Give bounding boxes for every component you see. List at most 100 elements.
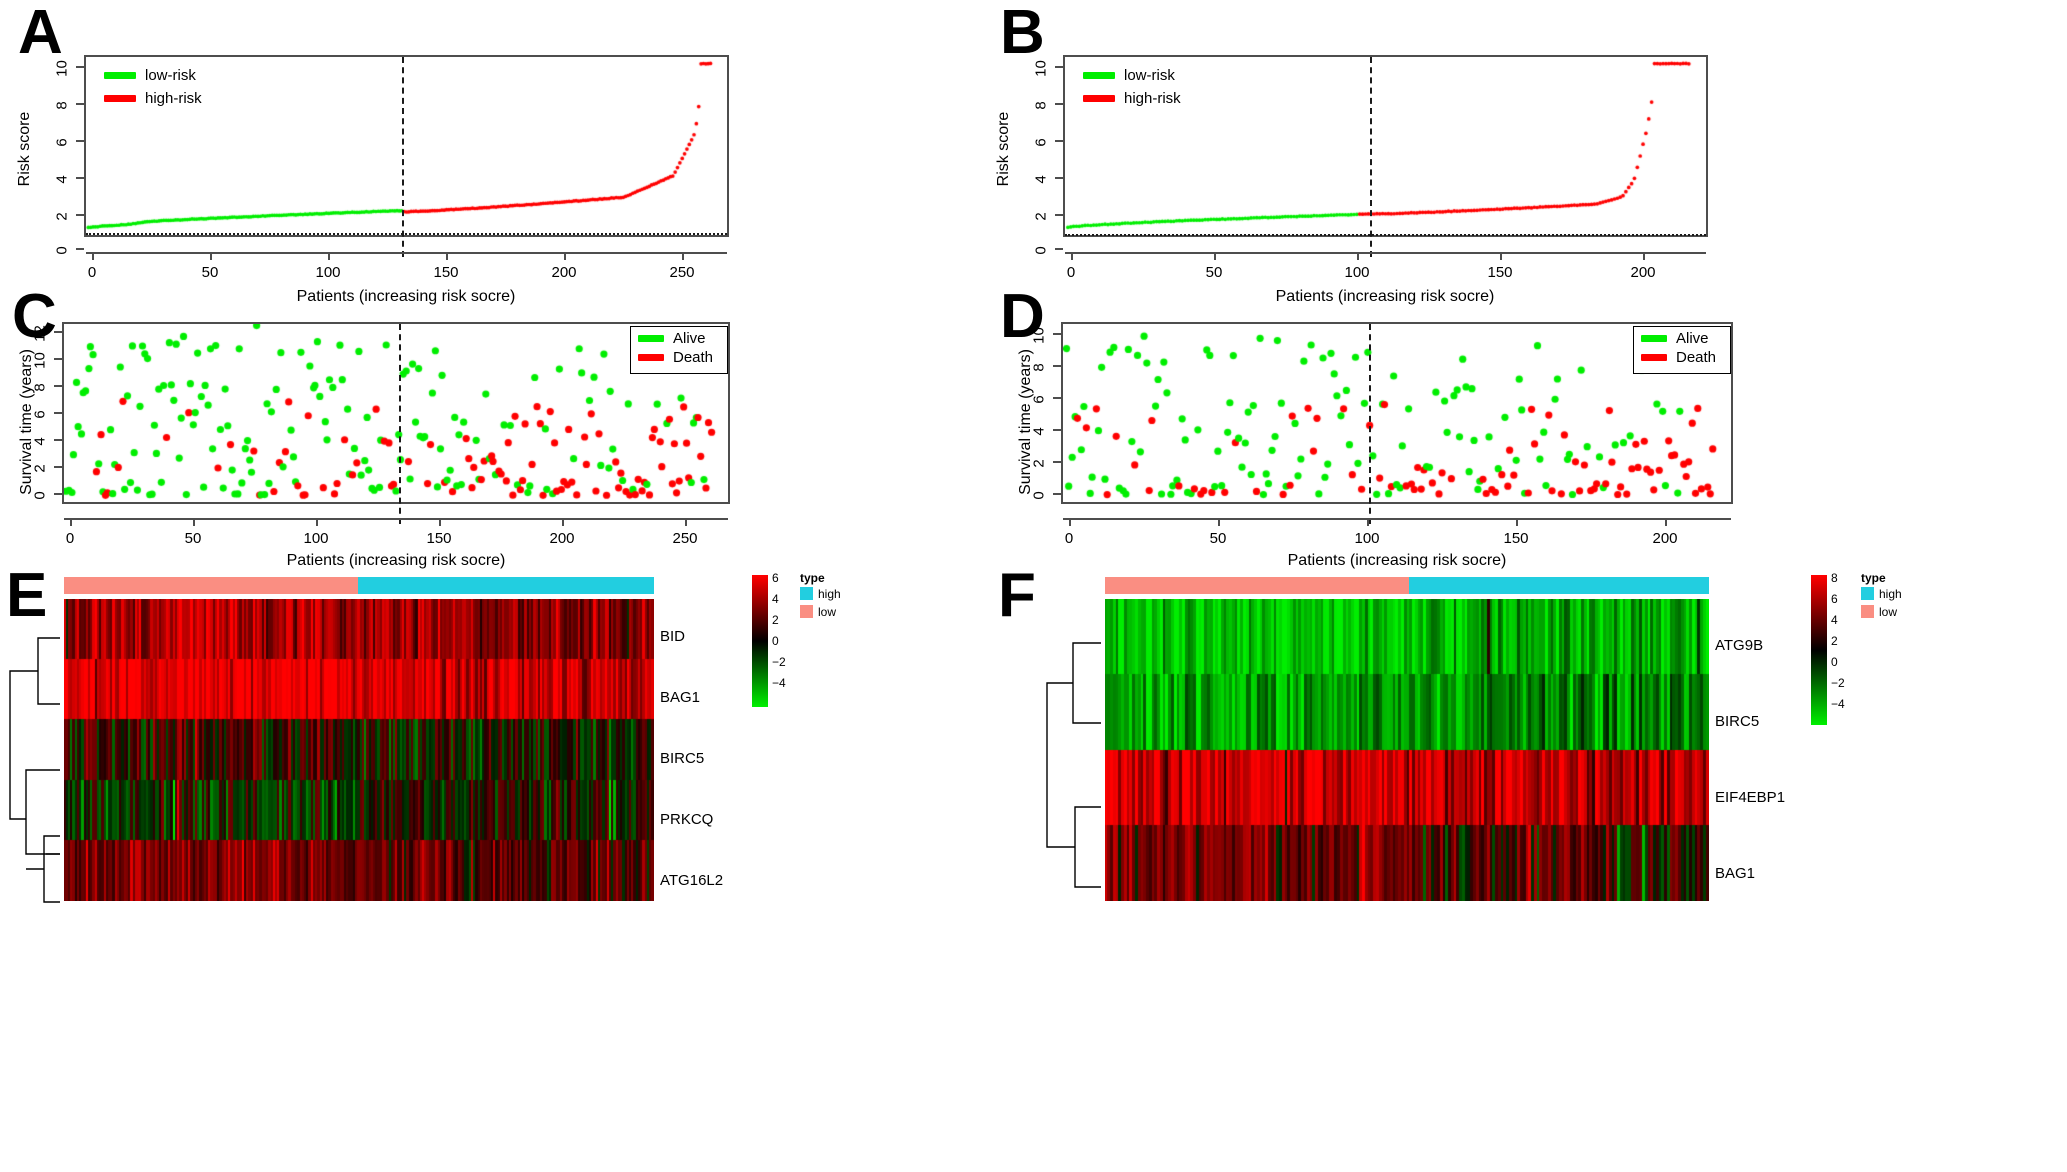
- panel-f-colorscale-tick-8: 8: [1831, 571, 1838, 585]
- panel-c-ytick-6: [54, 412, 62, 414]
- panel-f-type-legend-swatch-low: [1861, 605, 1874, 618]
- panel-a-cutoff-hline: [86, 233, 727, 235]
- panel-a-xaxis: [86, 252, 727, 254]
- panel-c-xtick-50: [193, 518, 195, 526]
- panel-b-cutoff-hline: [1065, 234, 1706, 236]
- panel-a-ytick-6: [76, 140, 84, 142]
- panel-e-gene-label-3: PRKCQ: [660, 811, 714, 828]
- panel-a-xtick-50: [210, 252, 212, 260]
- panel-c-scatter-canvas: [64, 324, 728, 502]
- panel-e-gene-label-1: BAG1: [660, 689, 701, 706]
- panel-c-ytick-4: [54, 439, 62, 441]
- panel-a-xtick-200: [564, 252, 566, 260]
- high-risk-swatch: [104, 94, 136, 102]
- panel-c-xticklabel-250: 250: [672, 530, 698, 547]
- panel-d-xticklabel-50: 50: [1209, 530, 1227, 547]
- panel-d-legend-label-alive: Alive: [1676, 329, 1709, 347]
- panel-e-gene-label-2: BIRC5: [660, 750, 705, 767]
- panel-f-colorscale-tick-minus2: −2: [1831, 676, 1845, 690]
- panel-e-colorscale-tick-4: 4: [772, 592, 779, 606]
- panel-e-annotation-high-2: [268, 577, 358, 594]
- panel-b-legend-label-high-risk: high-risk: [1124, 89, 1181, 107]
- panel-e-type-legend-title: type: [800, 571, 825, 585]
- panel-c-legend-label-alive: Alive: [673, 329, 706, 347]
- death-swatch: [638, 353, 664, 361]
- panel-b-ytick-6: [1055, 140, 1063, 142]
- panel-e-type-legend-label-high: high: [818, 587, 841, 601]
- panel-d-scatter-canvas: [1063, 324, 1731, 502]
- panel-a-xtick-100: [328, 252, 330, 260]
- panel-e-heatmap: [64, 599, 654, 901]
- panel-f-annotation-high: [1105, 577, 1409, 594]
- panel-b-legend-label-low-risk: low-risk: [1124, 66, 1175, 84]
- panel-a-xticklabel-100: 100: [315, 264, 341, 281]
- panel-d-xticklabel-200: 200: [1652, 530, 1678, 547]
- panel-f-colorscale-tick-2: 2: [1831, 634, 1838, 648]
- panel-a-yticklabel-4: 4: [53, 175, 71, 184]
- panel-c-xticklabel-150: 150: [426, 530, 452, 547]
- panel-e-type-legend-swatch-low: [800, 605, 813, 618]
- panel-d-ytick-6: [1053, 397, 1061, 399]
- panel-a-legend: low-risk high-risk: [104, 67, 202, 114]
- panel-e-gene-label-4: ATG16L2: [660, 872, 724, 889]
- panel-b-xaxis: [1065, 252, 1706, 254]
- low-risk-swatch: [104, 71, 136, 79]
- panel-c-xticklabel-100: 100: [303, 530, 329, 547]
- panel-a-xticklabel-150: 150: [433, 264, 459, 281]
- panel-c-ytick-2: [54, 466, 62, 468]
- panel-f-type-legend-swatch-high: [1861, 587, 1874, 600]
- panel-b-legend-item-high-risk: high-risk: [1083, 89, 1181, 107]
- panel-b-cutoff-vline: [1370, 57, 1372, 257]
- panel-b-xtick-100: [1357, 252, 1359, 260]
- panel-a-yticklabel-10: 10: [53, 60, 71, 77]
- panel-e-colorscale-tick-0: 0: [772, 634, 779, 648]
- panel-d-ytick-0: [1053, 493, 1061, 495]
- panel-d-legend-item-alive: Alive: [1641, 329, 1716, 347]
- panel-e-annotation-high: [64, 577, 268, 594]
- panel-b-xticklabel-200: 200: [1630, 264, 1656, 281]
- panel-d-legend-item-death: Death: [1641, 349, 1716, 366]
- panel-d-xtick-200: [1665, 518, 1667, 526]
- panel-c-xtick-200: [562, 518, 564, 526]
- panel-c-cutoff-vline: [399, 324, 401, 524]
- panel-a-legend-label-high-risk: high-risk: [145, 89, 202, 107]
- panel-a: A 0 2 4 6 8 10 0 50 100 150 200 250 Pati…: [0, 0, 1033, 305]
- panel-e-colorscale-tick-6: 6: [772, 571, 779, 585]
- panel-b-ytick-8: [1055, 103, 1063, 105]
- alive-swatch: [638, 334, 664, 342]
- panel-c-ytick-8: [54, 385, 62, 387]
- panel-b-xtick-200: [1643, 252, 1645, 260]
- panel-b-ytick-2: [1055, 214, 1063, 216]
- panel-d-cutoff-vline: [1369, 324, 1371, 524]
- panel-f-colorscale-tick-minus4: −4: [1831, 697, 1845, 711]
- panel-f-gene-label-3: BAG1: [1715, 865, 1756, 882]
- panel-f: F ATG9B BIRC5 EIF4EBP1 BAG1 8 6 4 2 0 −2…: [998, 565, 2067, 1172]
- panel-e-gene-label-0: BID: [660, 628, 686, 645]
- panel-a-ytick-2: [76, 214, 84, 216]
- panel-c-ytick-0: [54, 493, 62, 495]
- panel-d-xticklabel-100: 100: [1354, 530, 1380, 547]
- panel-a-cutoff-vline: [402, 57, 404, 257]
- panel-a-xtick-150: [446, 252, 448, 260]
- panel-b-xticklabel-50: 50: [1205, 264, 1223, 281]
- panel-f-colorscale-tick-4: 4: [1831, 613, 1838, 627]
- panel-a-xticklabel-250: 250: [669, 264, 695, 281]
- panel-b-yticklabel-8: 8: [1032, 101, 1050, 110]
- panel-d-ytick-4: [1053, 429, 1061, 431]
- panel-a-yticklabel-8: 8: [53, 101, 71, 110]
- panel-a-xticklabel-0: 0: [87, 264, 97, 281]
- panel-d-xtick-150: [1516, 518, 1518, 526]
- panel-f-colorscale-bar: [1811, 575, 1827, 725]
- panel-c-xtick-250: [685, 518, 687, 526]
- panel-a-yticklabel-0: 0: [53, 246, 71, 255]
- panel-a-xtick-0: [92, 252, 94, 260]
- panel-d: D 0 2 4 6 8 10 0 50 100 150 200 Patients…: [1000, 280, 2067, 569]
- panel-a-xtick-250: [682, 252, 684, 260]
- panel-d-xticklabel-0: 0: [1064, 530, 1074, 547]
- panel-b-xtick-0: [1071, 252, 1073, 260]
- panel-f-gene-label-0: ATG9B: [1715, 637, 1764, 654]
- panel-d-xaxis: [1063, 518, 1731, 520]
- panel-d-xticklabel-150: 150: [1503, 530, 1529, 547]
- panel-c-xticklabel-50: 50: [184, 530, 202, 547]
- panel-a-yticklabel-6: 6: [53, 138, 71, 147]
